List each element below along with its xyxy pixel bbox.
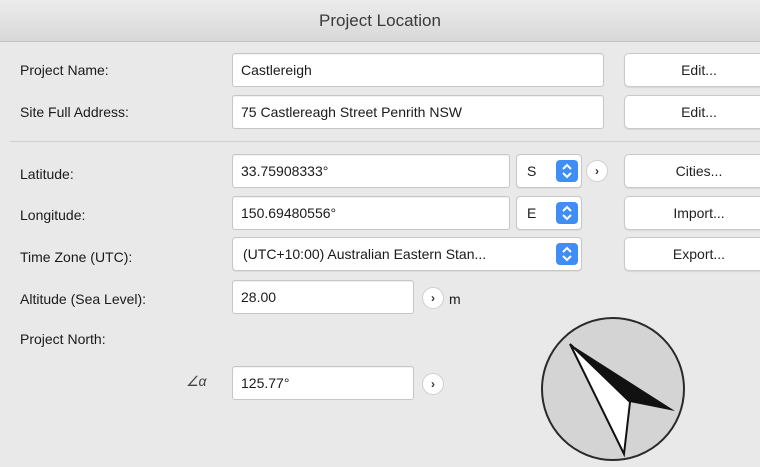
latitude-hemisphere-select[interactable]: S bbox=[516, 154, 582, 188]
latitude-field[interactable]: 33.75908333° bbox=[232, 154, 510, 188]
altitude-field[interactable]: 28.00 bbox=[232, 280, 414, 314]
site-address-label: Site Full Address: bbox=[20, 104, 129, 120]
section-divider bbox=[10, 141, 760, 142]
latitude-hemisphere-value: S bbox=[527, 163, 537, 179]
project-name-label: Project Name: bbox=[20, 62, 109, 78]
project-name-field[interactable]: Castlereigh bbox=[232, 53, 604, 87]
altitude-label: Altitude (Sea Level): bbox=[20, 291, 147, 307]
altitude-unit: m bbox=[449, 291, 461, 307]
edit-site-address-button[interactable]: Edit... bbox=[624, 95, 760, 129]
arrow-right-icon: › bbox=[431, 377, 435, 391]
cities-button[interactable]: Cities... bbox=[624, 154, 760, 188]
stepper-icon bbox=[556, 160, 578, 182]
export-button[interactable]: Export... bbox=[624, 237, 760, 271]
import-button[interactable]: Import... bbox=[624, 196, 760, 230]
longitude-hemisphere-value: E bbox=[527, 205, 537, 221]
longitude-hemisphere-select[interactable]: E bbox=[516, 196, 582, 230]
project-north-label: Project North: bbox=[20, 331, 106, 347]
time-zone-value: (UTC+10:00) Australian Eastern Stan... bbox=[243, 246, 487, 262]
latitude-label: Latitude: bbox=[20, 166, 74, 182]
compass-north-icon[interactable] bbox=[540, 316, 686, 462]
time-zone-select[interactable]: (UTC+10:00) Australian Eastern Stan... bbox=[232, 237, 582, 271]
longitude-field[interactable]: 150.69480556° bbox=[232, 196, 510, 230]
project-north-arrow-button[interactable]: › bbox=[422, 373, 444, 395]
time-zone-label: Time Zone (UTC): bbox=[20, 249, 133, 265]
stepper-icon bbox=[556, 202, 578, 224]
longitude-label: Longitude: bbox=[20, 207, 86, 223]
project-north-field[interactable]: 125.77° bbox=[232, 366, 414, 400]
arrow-right-icon: › bbox=[431, 291, 435, 305]
site-address-field[interactable]: 75 Castlereagh Street Penrith NSW bbox=[232, 95, 604, 129]
edit-project-name-button[interactable]: Edit... bbox=[624, 53, 760, 87]
latitude-arrow-button[interactable]: › bbox=[586, 160, 608, 182]
altitude-arrow-button[interactable]: › bbox=[422, 287, 444, 309]
stepper-icon bbox=[556, 243, 578, 265]
arrow-right-icon: › bbox=[595, 164, 599, 178]
angle-icon: ∠α bbox=[186, 373, 207, 389]
window-title: Project Location bbox=[0, 0, 760, 42]
